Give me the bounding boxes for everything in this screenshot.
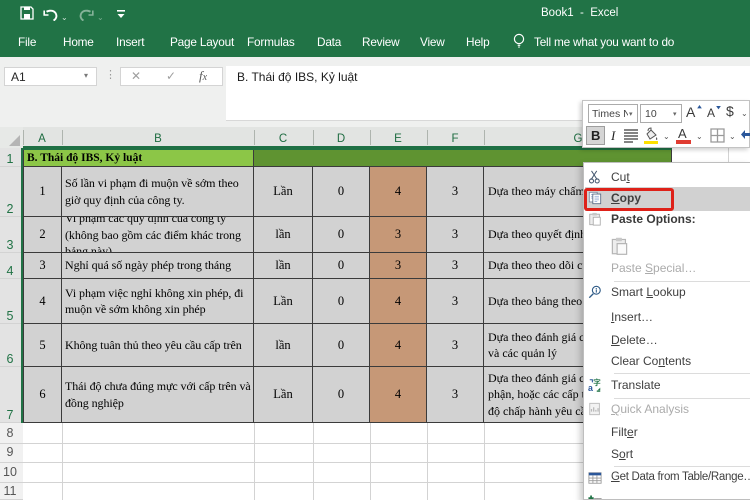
svg-text:字: 字 bbox=[593, 378, 601, 387]
svg-text:a: a bbox=[588, 383, 593, 392]
